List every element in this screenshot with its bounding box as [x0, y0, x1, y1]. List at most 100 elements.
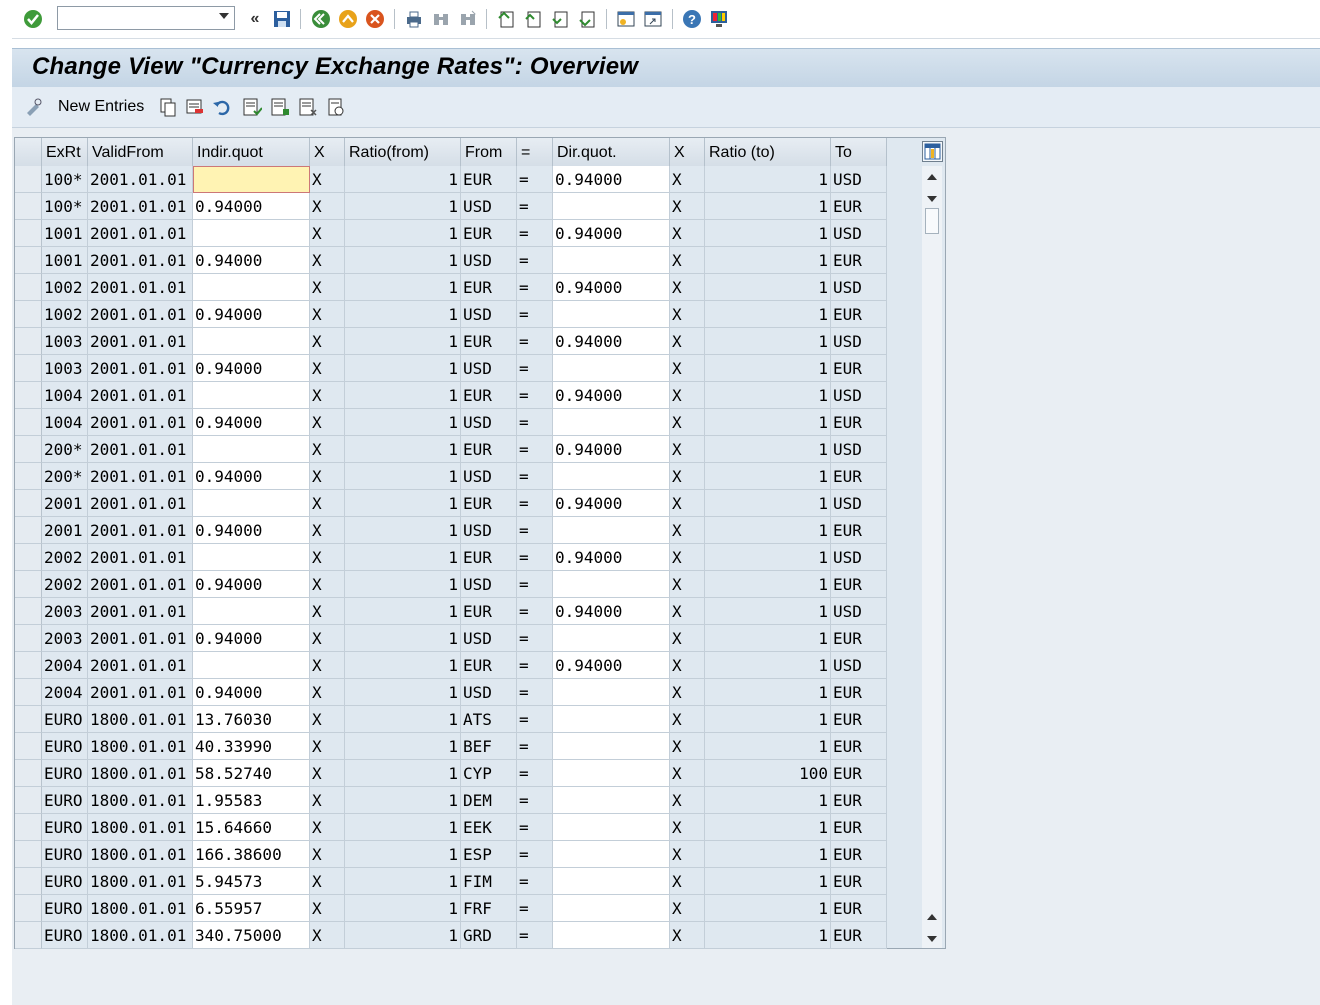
indir-quot-cell[interactable]	[193, 436, 310, 463]
indir-quot-cell[interactable]: 0.94000	[193, 247, 310, 274]
column-header[interactable]: Dir.quot.	[553, 138, 670, 166]
row-selector[interactable]	[15, 841, 42, 868]
dir-quot-cell[interactable]: 0.94000	[553, 220, 670, 247]
row-selector[interactable]	[15, 652, 42, 679]
column-header[interactable]: X	[670, 138, 705, 166]
indir-quot-cell[interactable]: 0.94000	[193, 517, 310, 544]
last-page-icon[interactable]	[576, 8, 598, 30]
print-icon[interactable]	[403, 8, 425, 30]
column-header[interactable]: To	[831, 138, 887, 166]
delete-icon[interactable]	[185, 97, 205, 117]
display-change-icon[interactable]	[24, 97, 44, 117]
shortcut-icon[interactable]	[642, 8, 664, 30]
indir-quot-cell[interactable]: 0.94000	[193, 301, 310, 328]
dir-quot-cell[interactable]	[553, 922, 670, 949]
row-selector[interactable]	[15, 220, 42, 247]
indir-quot-cell[interactable]	[193, 166, 310, 193]
indir-quot-cell[interactable]	[193, 490, 310, 517]
table-settings-button[interactable]	[922, 141, 943, 162]
indir-quot-cell[interactable]: 40.33990	[193, 733, 310, 760]
row-selector[interactable]	[15, 733, 42, 760]
indir-quot-cell[interactable]: 0.94000	[193, 463, 310, 490]
scroll-page-up-icon[interactable]	[927, 914, 937, 920]
scroll-thumb[interactable]	[925, 208, 939, 234]
row-selector[interactable]	[15, 706, 42, 733]
dir-quot-cell[interactable]	[553, 301, 670, 328]
dir-quot-cell[interactable]	[553, 355, 670, 382]
command-field[interactable]	[57, 6, 235, 30]
indir-quot-cell[interactable]: 0.94000	[193, 409, 310, 436]
row-selector[interactable]	[15, 679, 42, 706]
select-block-icon[interactable]	[270, 97, 290, 117]
column-header[interactable]: ExRt	[42, 138, 88, 166]
indir-quot-cell[interactable]	[193, 652, 310, 679]
column-header[interactable]: =	[517, 138, 553, 166]
dir-quot-cell[interactable]: 0.94000	[553, 166, 670, 193]
indir-quot-cell[interactable]: 0.94000	[193, 679, 310, 706]
indir-quot-cell[interactable]	[193, 328, 310, 355]
dir-quot-cell[interactable]: 0.94000	[553, 490, 670, 517]
row-selector[interactable]	[15, 922, 42, 949]
indir-quot-cell[interactable]	[193, 544, 310, 571]
help-icon[interactable]: ?	[681, 8, 703, 30]
row-selector[interactable]	[15, 544, 42, 571]
indir-quot-cell[interactable]: 13.76030	[193, 706, 310, 733]
row-selector[interactable]	[15, 490, 42, 517]
back-double-icon[interactable]: «	[244, 8, 266, 30]
create-session-icon[interactable]	[615, 8, 637, 30]
dir-quot-cell[interactable]	[553, 625, 670, 652]
dir-quot-cell[interactable]	[553, 868, 670, 895]
select-all-rows-button[interactable]	[15, 138, 42, 166]
dir-quot-cell[interactable]	[553, 895, 670, 922]
dir-quot-cell[interactable]: 0.94000	[553, 544, 670, 571]
select-all-icon[interactable]	[242, 97, 263, 117]
indir-quot-cell[interactable]: 15.64660	[193, 814, 310, 841]
dir-quot-cell[interactable]	[553, 841, 670, 868]
row-selector[interactable]	[15, 571, 42, 598]
row-selector[interactable]	[15, 787, 42, 814]
row-selector[interactable]	[15, 868, 42, 895]
scroll-down-icon[interactable]	[927, 196, 937, 202]
indir-quot-cell[interactable]: 0.94000	[193, 571, 310, 598]
row-selector[interactable]	[15, 355, 42, 382]
row-selector[interactable]	[15, 517, 42, 544]
row-selector[interactable]	[15, 760, 42, 787]
row-selector[interactable]	[15, 328, 42, 355]
undo-change-icon[interactable]	[212, 97, 232, 117]
dir-quot-cell[interactable]: 0.94000	[553, 598, 670, 625]
find-icon[interactable]	[430, 8, 452, 30]
scroll-up-icon[interactable]	[927, 174, 937, 180]
dir-quot-cell[interactable]	[553, 517, 670, 544]
dir-quot-cell[interactable]	[553, 247, 670, 274]
indir-quot-cell[interactable]: 166.38600	[193, 841, 310, 868]
indir-quot-cell[interactable]	[193, 274, 310, 301]
row-selector[interactable]	[15, 814, 42, 841]
indir-quot-cell[interactable]: 58.52740	[193, 760, 310, 787]
indir-quot-cell[interactable]: 340.75000	[193, 922, 310, 949]
row-selector[interactable]	[15, 301, 42, 328]
indir-quot-cell[interactable]	[193, 598, 310, 625]
dir-quot-cell[interactable]: 0.94000	[553, 382, 670, 409]
row-selector[interactable]	[15, 895, 42, 922]
copy-as-icon[interactable]	[158, 97, 178, 117]
deselect-all-icon[interactable]	[298, 97, 318, 117]
column-header[interactable]: ValidFrom	[88, 138, 193, 166]
vertical-scrollbar[interactable]	[922, 166, 942, 948]
row-selector[interactable]	[15, 409, 42, 436]
dir-quot-cell[interactable]	[553, 571, 670, 598]
column-header[interactable]: Ratio(from)	[345, 138, 461, 166]
indir-quot-cell[interactable]: 0.94000	[193, 355, 310, 382]
scroll-page-down-icon[interactable]	[927, 936, 937, 942]
row-selector[interactable]	[15, 598, 42, 625]
row-selector[interactable]	[15, 625, 42, 652]
next-page-icon[interactable]	[549, 8, 571, 30]
dir-quot-cell[interactable]	[553, 463, 670, 490]
dir-quot-cell[interactable]	[553, 760, 670, 787]
indir-quot-cell[interactable]	[193, 220, 310, 247]
dir-quot-cell[interactable]	[553, 679, 670, 706]
row-selector[interactable]	[15, 382, 42, 409]
customize-layout-icon[interactable]	[708, 8, 730, 30]
row-selector[interactable]	[15, 193, 42, 220]
row-selector[interactable]	[15, 247, 42, 274]
find-next-icon[interactable]	[457, 8, 479, 30]
